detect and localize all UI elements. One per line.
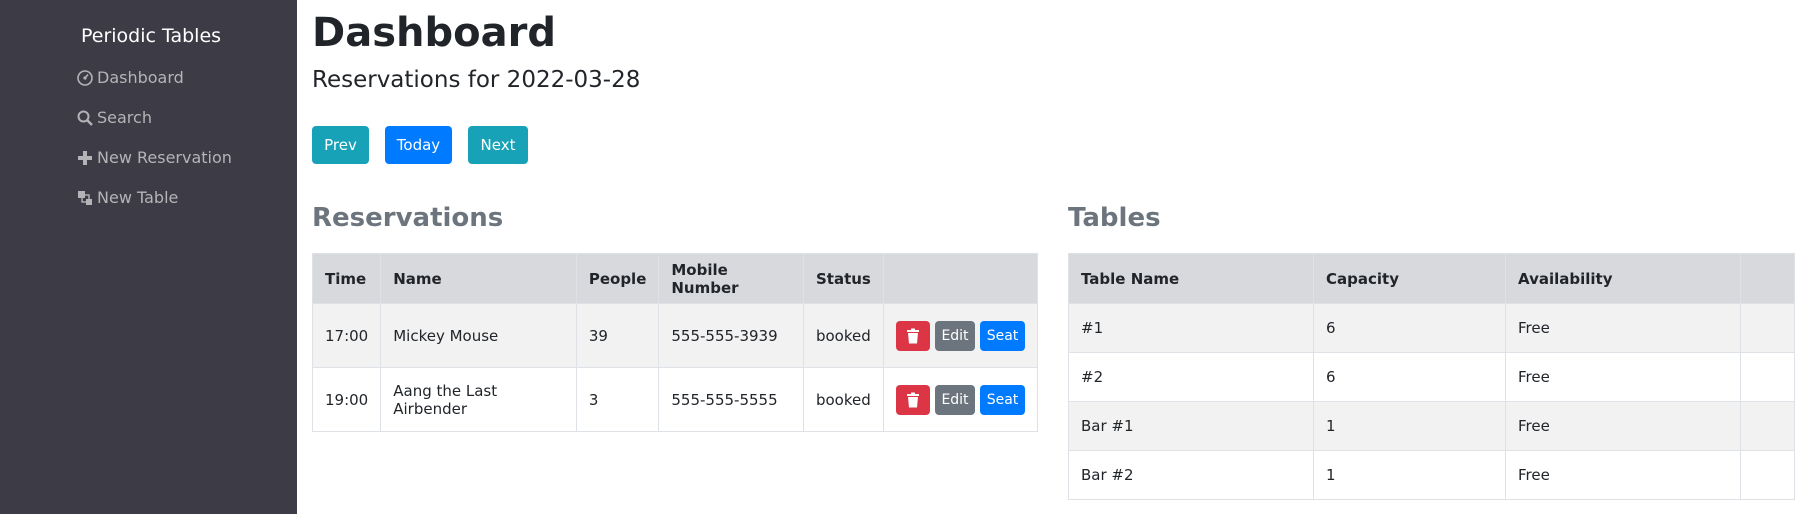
reservation-name: Mickey Mouse <box>380 303 577 368</box>
table-row: 17:00 Mickey Mouse 39 555-555-3939 booke… <box>311 303 1038 368</box>
column-header: Name <box>380 253 577 304</box>
sidebar-item-label: Search <box>97 108 152 127</box>
column-header: Mobile Number <box>658 253 804 304</box>
sidebar-item-new-table[interactable]: New Table <box>77 188 178 207</box>
table-name: #2 <box>1068 352 1314 402</box>
table-availability: Free <box>1505 303 1741 353</box>
table-capacity: 6 <box>1313 352 1506 402</box>
table-actions <box>1740 450 1795 500</box>
table-capacity: 6 <box>1313 303 1506 353</box>
reservation-status: booked <box>802 303 885 368</box>
column-header <box>883 253 1038 304</box>
column-header: People <box>575 253 660 304</box>
reservation-people: 39 <box>575 303 660 368</box>
table-availability: Free <box>1505 401 1741 451</box>
table-name: Bar #2 <box>1068 450 1314 500</box>
table-capacity: 1 <box>1313 450 1506 500</box>
reservation-status: booked <box>802 367 885 432</box>
column-header: Availability <box>1505 253 1741 304</box>
tables-table: Table Name Capacity Availability #1 6 Fr… <box>1068 253 1795 500</box>
reservation-name: Aang the Last Airbender <box>380 367 577 432</box>
table-row: #2 6 Free <box>1068 352 1795 402</box>
trash-icon <box>907 392 919 407</box>
column-header: Capacity <box>1313 253 1506 304</box>
reservation-actions: Edit Seat <box>883 303 1038 368</box>
table-row: 19:00 Aang the Last Airbender 3 555-555-… <box>311 367 1038 432</box>
column-header: Time <box>311 253 382 304</box>
table-row: #1 6 Free <box>1068 303 1795 353</box>
reservation-time: 19:00 <box>311 367 382 432</box>
today-button[interactable]: Today <box>385 126 452 164</box>
table-capacity: 1 <box>1313 401 1506 451</box>
table-row: Bar #2 1 Free <box>1068 450 1795 500</box>
sidebar-item-search[interactable]: Search <box>77 108 152 127</box>
column-header <box>1740 253 1795 304</box>
seat-button[interactable]: Seat <box>980 384 1025 415</box>
page-subtitle: Reservations for 2022-03-28 <box>312 67 641 93</box>
brand-title[interactable]: Periodic Tables <box>81 25 221 47</box>
reservation-people: 3 <box>575 367 660 432</box>
table-actions <box>1740 352 1795 402</box>
reservations-heading: Reservations <box>312 203 504 233</box>
next-button[interactable]: Next <box>468 126 528 164</box>
edit-button[interactable]: Edit <box>935 320 975 351</box>
sidebar-item-label: Dashboard <box>97 68 184 87</box>
layers-icon <box>78 190 92 205</box>
page-title: Dashboard <box>312 10 556 56</box>
seat-button[interactable]: Seat <box>980 320 1025 351</box>
trash-icon <box>907 328 919 343</box>
dashboard-icon <box>77 69 93 86</box>
table-availability: Free <box>1505 352 1741 402</box>
plus-icon <box>78 150 92 165</box>
tables-heading: Tables <box>1068 203 1161 233</box>
prev-button[interactable]: Prev <box>312 126 369 164</box>
column-header: Table Name <box>1068 253 1314 304</box>
table-name: Bar #1 <box>1068 401 1314 451</box>
table-actions <box>1740 303 1795 353</box>
table-availability: Free <box>1505 450 1741 500</box>
delete-button[interactable] <box>896 384 930 415</box>
sidebar-item-dashboard[interactable]: Dashboard <box>77 68 184 87</box>
reservation-mobile: 555-555-3939 <box>658 303 804 368</box>
column-header: Status <box>802 253 885 304</box>
reservation-actions: Edit Seat <box>883 367 1038 432</box>
sidebar-item-new-reservation[interactable]: New Reservation <box>77 148 232 167</box>
reservations-table: Time Name People Mobile Number Status 17… <box>311 253 1038 432</box>
sidebar: Periodic Tables Dashboard Search New Res… <box>0 0 297 514</box>
delete-button[interactable] <box>896 320 930 351</box>
sidebar-item-label: New Table <box>97 188 179 207</box>
sidebar-item-label: New Reservation <box>97 148 232 167</box>
search-icon <box>77 110 93 126</box>
edit-button[interactable]: Edit <box>935 384 975 415</box>
table-row: Bar #1 1 Free <box>1068 401 1795 451</box>
table-name: #1 <box>1068 303 1314 353</box>
table-actions <box>1740 401 1795 451</box>
reservation-time: 17:00 <box>311 303 382 368</box>
reservation-mobile: 555-555-5555 <box>658 367 804 432</box>
